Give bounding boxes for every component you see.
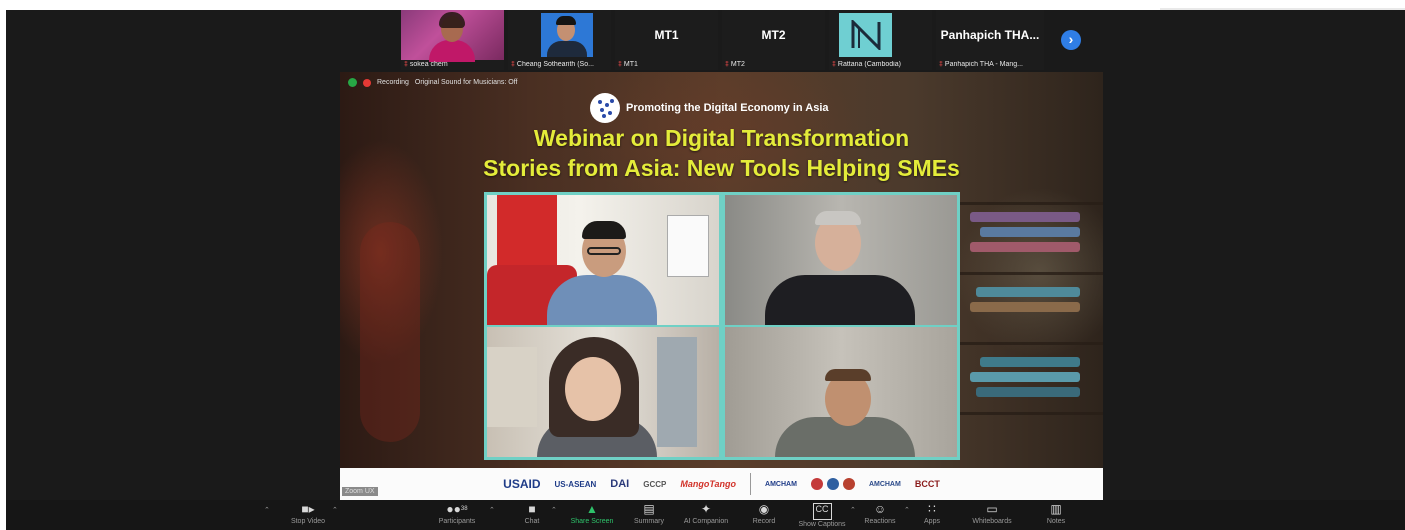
apps-icon: ∷	[928, 502, 936, 516]
muted-mic-icon: ‡	[939, 61, 943, 68]
meeting-toolbar: ⌃ ■▸ Stop Video ⌃ ●●38 Participants ⌃ ■ …	[6, 500, 1405, 530]
original-sound-status[interactable]: Original Sound for Musicians: Off	[415, 79, 518, 86]
slide-title-line-1: Webinar on Digital Transformation	[533, 125, 910, 151]
speaker-video-grid	[484, 192, 960, 460]
sponsor-logo-bar: USAID US-ASEAN DAI GCCP MangoTango AMCHA…	[340, 468, 1103, 500]
chat-caret-icon[interactable]: ⌃	[551, 506, 557, 514]
divider	[750, 473, 752, 495]
sponsor-logo: AMCHAM	[868, 480, 901, 488]
participant-tile[interactable]: ‡ sokea chem	[401, 10, 504, 70]
participant-display-name: Panhapich THA...	[940, 28, 1040, 42]
zoom-meeting-window: ‡ sokea chem ‡ Cheang Sothearith (So... MT…	[6, 10, 1405, 530]
participant-strip: ‡ sokea chem ‡ Cheang Sothearith (So... MT…	[401, 10, 1048, 70]
participants-icon: ●●	[446, 502, 461, 516]
speaker-video	[487, 327, 719, 457]
participant-logo	[839, 13, 892, 57]
muted-mic-icon: ‡	[511, 61, 515, 68]
participant-tile[interactable]: Panhapich THA... ‡ Panhapich THA - Mang..…	[936, 10, 1044, 70]
participant-tile[interactable]: MT2 ‡ MT2	[722, 10, 825, 70]
participant-tile[interactable]: MT1 ‡ MT1	[615, 10, 718, 70]
participant-tile[interactable]: ‡ Rattana (Cambodia)	[829, 10, 932, 70]
notes-icon: ▥	[1050, 502, 1062, 516]
whiteboards-button[interactable]: ▭ Whiteboards	[957, 502, 1027, 525]
video-options-caret-icon[interactable]: ⌃	[332, 506, 338, 514]
participant-name: Rattana (Cambodia)	[837, 61, 901, 68]
participants-caret-icon[interactable]: ⌃	[489, 506, 495, 514]
chevron-right-icon: ›	[1068, 31, 1074, 47]
partner-seals	[810, 478, 855, 490]
shared-screen: Recording Original Sound for Musicians: …	[340, 72, 1103, 500]
summary-icon: ▤	[643, 502, 655, 516]
video-camera-icon: ■▸	[301, 502, 315, 516]
sponsor-logo: GCCP	[643, 479, 667, 489]
participant-name: Panhapich THA - Mang...	[944, 61, 1023, 68]
record-icon: ◉	[758, 502, 770, 516]
participant-name: MT1	[623, 61, 638, 68]
closed-captions-icon: CC	[812, 503, 832, 520]
sponsor-logo: US-ASEAN	[554, 479, 597, 489]
encryption-shield-icon	[348, 78, 357, 87]
recording-dot-icon	[363, 78, 371, 87]
sparkle-icon: ✦	[700, 502, 712, 516]
muted-mic-icon: ‡	[618, 61, 622, 68]
share-screen-icon: ▲	[586, 502, 598, 516]
audio-options-caret-icon[interactable]: ⌃	[264, 506, 270, 514]
slide-title-line-2: Stories from Asia: New Tools Helping SME…	[483, 155, 960, 181]
participant-name: MT2	[730, 61, 745, 68]
participant-name: Cheang Sothearith (So...	[516, 61, 594, 68]
next-participants-button[interactable]: ›	[1061, 30, 1081, 50]
whiteboard-icon: ▭	[986, 502, 998, 516]
muted-mic-icon: ‡	[725, 61, 729, 68]
slide-subtitle: Promoting the Digital Economy in Asia	[590, 93, 829, 123]
participant-name: sokea chem	[409, 61, 448, 68]
recording-label: Recording	[377, 79, 409, 86]
participant-display-name: MT2	[761, 28, 786, 42]
recording-indicator: Recording Original Sound for Musicians: …	[348, 78, 518, 87]
chat-bubble-icon: ■	[528, 502, 536, 516]
speaker-video	[725, 327, 957, 457]
sponsor-logo: AMCHAM	[765, 480, 797, 488]
notes-button[interactable]: ▥ Notes	[1021, 502, 1091, 525]
participants-count: 38	[460, 506, 468, 512]
participant-avatar	[541, 13, 593, 57]
participant-video	[401, 10, 504, 62]
reactions-icon: ☺	[873, 502, 887, 516]
participants-button[interactable]: ●●38 Participants	[422, 502, 492, 525]
speaker-video	[725, 195, 957, 325]
zoom-ux-tag: Zoom UX	[342, 487, 378, 496]
sponsor-logo: DAI	[610, 478, 630, 490]
sponsor-logo: USAID	[503, 477, 541, 491]
sponsor-logo: BCCT	[914, 479, 940, 489]
participant-display-name: MT1	[654, 28, 679, 42]
speaker-video	[487, 195, 719, 325]
participant-tile[interactable]: ‡ Cheang Sothearith (So...	[508, 10, 611, 70]
sponsor-logo: MangoTango	[680, 479, 737, 489]
globe-logo-icon	[590, 93, 620, 123]
muted-mic-icon: ‡	[832, 61, 836, 68]
muted-mic-icon: ‡	[404, 61, 408, 68]
